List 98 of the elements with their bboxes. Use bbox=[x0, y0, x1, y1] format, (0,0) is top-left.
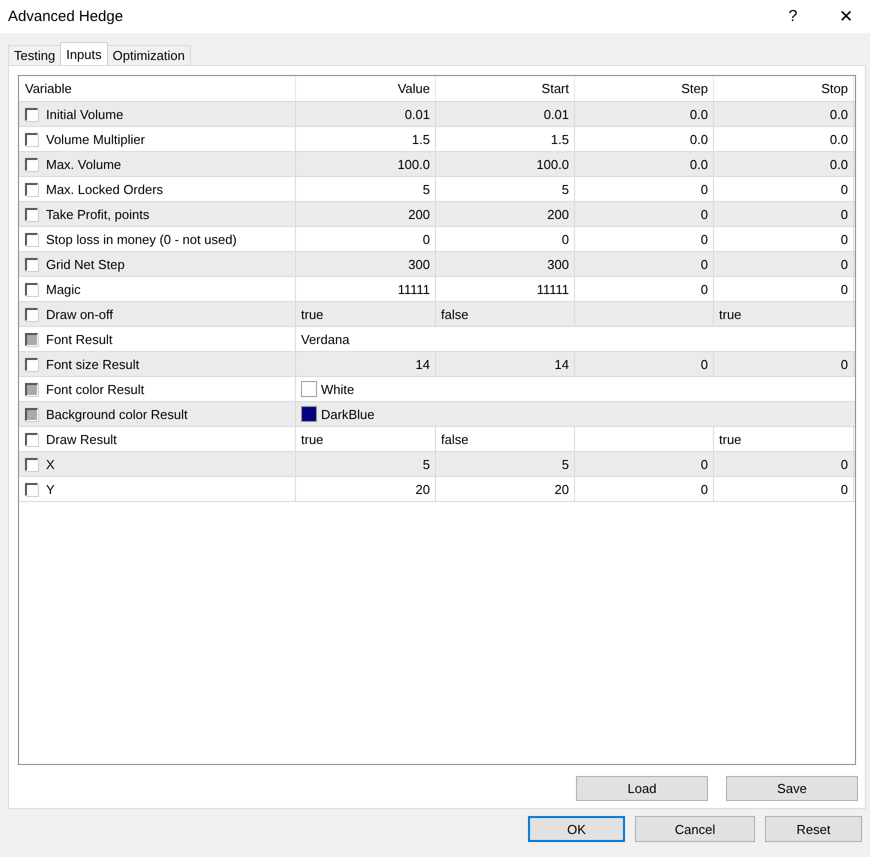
table-cell: 200 bbox=[296, 202, 436, 226]
checkbox[interactable] bbox=[25, 432, 38, 446]
tab[interactable]: Testing bbox=[8, 45, 62, 65]
column-header[interactable]: Start bbox=[436, 76, 575, 101]
panel-button[interactable]: Load bbox=[576, 776, 708, 801]
table-cell: 1.5 bbox=[436, 127, 575, 151]
table-cell: 0.0 bbox=[714, 152, 854, 176]
dialog-button[interactable]: Cancel bbox=[635, 816, 755, 842]
table-cell: 11111 bbox=[296, 277, 436, 301]
column-header[interactable]: Value bbox=[296, 76, 436, 101]
table-cell: 5 bbox=[436, 177, 575, 201]
column-header[interactable]: Variable bbox=[19, 76, 296, 101]
table-cell: 0 bbox=[714, 202, 854, 226]
variable-name: Volume Multiplier bbox=[46, 132, 145, 146]
variable-name: Background color Result bbox=[46, 406, 188, 422]
table-cell: 0 bbox=[575, 277, 714, 301]
variable-name: Draw on-off bbox=[46, 306, 113, 322]
table-cell: 0.0 bbox=[575, 127, 714, 151]
column-header[interactable]: Step bbox=[575, 76, 714, 101]
variable-name: Y bbox=[46, 482, 55, 496]
tab[interactable]: Optimization bbox=[106, 45, 191, 65]
table-cell: true bbox=[296, 427, 436, 451]
table-cell: 0 bbox=[714, 452, 854, 476]
checkbox[interactable] bbox=[25, 358, 38, 370]
table-cell: 0 bbox=[714, 227, 854, 251]
table-cell: 20 bbox=[436, 477, 575, 501]
table-cell: true bbox=[714, 302, 854, 326]
checkbox[interactable] bbox=[25, 108, 38, 120]
table-cell: 0.0 bbox=[714, 127, 854, 151]
window-title: Advanced Hedge bbox=[8, 8, 124, 25]
table-cell-text: Verdana bbox=[300, 330, 350, 348]
checkbox[interactable] bbox=[25, 158, 38, 170]
checkbox[interactable] bbox=[25, 308, 38, 320]
table-cell: 0 bbox=[575, 452, 714, 476]
variable-name: Draw Result bbox=[46, 432, 117, 446]
table-cell: 100.0 bbox=[296, 152, 436, 176]
dialog-button[interactable]: Reset bbox=[765, 816, 862, 842]
variable-name: Magic bbox=[46, 282, 81, 296]
table-cell: 0.01 bbox=[436, 102, 575, 126]
checkbox[interactable] bbox=[25, 232, 38, 246]
table-cell: 0 bbox=[575, 252, 714, 276]
table-cell: 0.01 bbox=[296, 102, 436, 126]
table-cell: 0 bbox=[436, 227, 575, 251]
table-cell: 0 bbox=[714, 277, 854, 301]
table-cell: 0 bbox=[714, 177, 854, 201]
table-cell: true bbox=[714, 427, 854, 451]
variable-name: Max. Volume bbox=[46, 156, 122, 172]
table-cell: 5 bbox=[436, 452, 575, 476]
variable-name: Font color Result bbox=[46, 382, 144, 396]
table-cell: 0.0 bbox=[575, 152, 714, 176]
checkbox[interactable] bbox=[25, 458, 38, 470]
table-cell: 0 bbox=[714, 477, 854, 501]
panel-button[interactable]: Save bbox=[726, 776, 858, 801]
table-cell: 0 bbox=[714, 252, 854, 276]
close-button[interactable]: ✕ bbox=[822, 0, 870, 32]
color-name: DarkBlue bbox=[321, 406, 374, 422]
checkbox[interactable] bbox=[25, 282, 38, 296]
table-cell: 0 bbox=[575, 227, 714, 251]
variable-name: Grid Net Step bbox=[46, 256, 125, 272]
checkbox[interactable] bbox=[25, 208, 38, 220]
table-cell: 14 bbox=[296, 352, 436, 376]
variable-name: Initial Volume bbox=[46, 106, 124, 122]
table-cell: 300 bbox=[436, 252, 575, 276]
table-cell: true bbox=[296, 302, 436, 326]
variable-name: Take Profit, points bbox=[46, 206, 150, 222]
table-cell: 100.0 bbox=[436, 152, 575, 176]
table-cell: 0.0 bbox=[575, 102, 714, 126]
table-cell: false bbox=[436, 427, 575, 451]
table-cell: 0 bbox=[575, 177, 714, 201]
table-cell: 0 bbox=[714, 352, 854, 376]
table-cell: 300 bbox=[296, 252, 436, 276]
variable-name: Stop loss in money (0 - not used) bbox=[46, 232, 237, 246]
checkbox[interactable] bbox=[25, 258, 38, 270]
checkbox[interactable] bbox=[25, 182, 38, 196]
table-cell: 0 bbox=[575, 352, 714, 376]
table-cell: 0.0 bbox=[714, 102, 854, 126]
table-cell: 0 bbox=[296, 227, 436, 251]
checkbox[interactable] bbox=[25, 132, 38, 146]
variable-name: Font Result bbox=[46, 332, 112, 346]
table-cell: 14 bbox=[436, 352, 575, 376]
table-cell: 1.5 bbox=[296, 127, 436, 151]
tab[interactable]: Inputs bbox=[60, 42, 108, 65]
variable-name: Max. Locked Orders bbox=[46, 182, 164, 196]
dialog-button[interactable]: OK bbox=[528, 816, 625, 842]
table-cell: 11111 bbox=[436, 277, 575, 301]
table-cell: false bbox=[436, 302, 575, 326]
color-name: White bbox=[321, 382, 354, 396]
table-cell: 0 bbox=[575, 477, 714, 501]
checkbox[interactable] bbox=[25, 482, 38, 496]
table-cell: 5 bbox=[296, 177, 436, 201]
variable-name: X bbox=[46, 456, 55, 472]
table-cell: 0 bbox=[575, 202, 714, 226]
column-header[interactable]: Stop bbox=[714, 76, 854, 101]
table-cell: 20 bbox=[296, 477, 436, 501]
variable-name: Font size Result bbox=[46, 356, 140, 372]
table-cell: 200 bbox=[436, 202, 575, 226]
help-button[interactable]: ? bbox=[768, 0, 818, 32]
table-cell: 5 bbox=[296, 452, 436, 476]
